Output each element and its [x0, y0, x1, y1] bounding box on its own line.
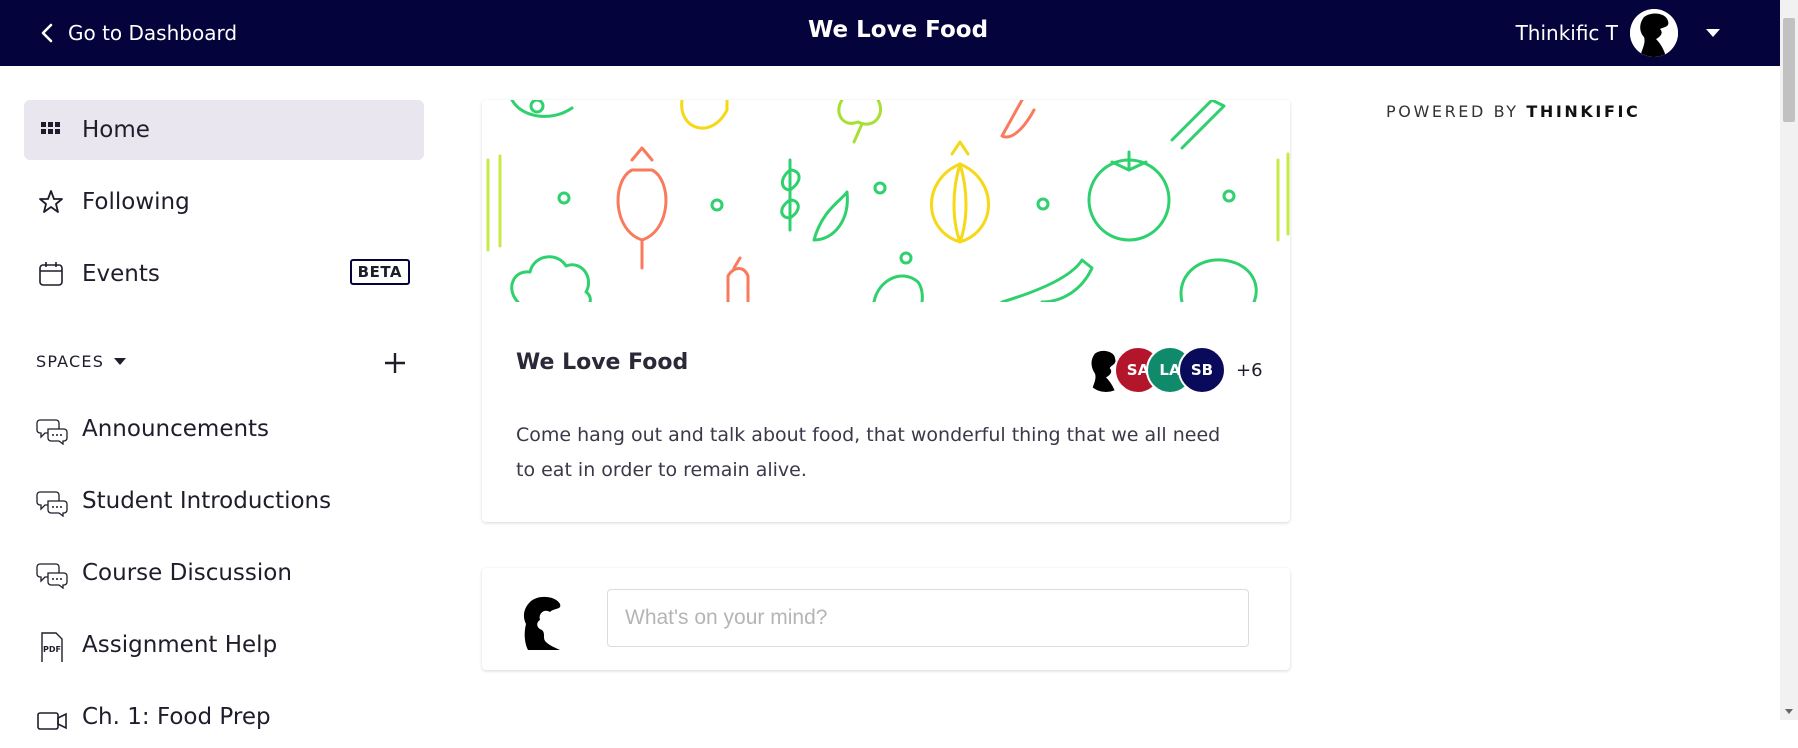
sidebar-item-course-discussion[interactable]: Course Discussion: [24, 544, 424, 604]
chat-bubbles-icon: [36, 491, 68, 517]
grid-icon: [41, 122, 60, 134]
user-name: Thinkific T: [1515, 21, 1618, 45]
sidebar-item-assignment-help[interactable]: PDF Assignment Help: [24, 616, 424, 676]
caret-down-icon: [114, 358, 127, 365]
chevron-left-icon: [41, 23, 53, 43]
sidebar-item-label: Following: [82, 189, 190, 215]
sidebar-item-label: Assignment Help: [82, 632, 278, 658]
go-to-dashboard-link[interactable]: Go to Dashboard: [40, 18, 237, 48]
pdf-icon: PDF: [41, 632, 63, 662]
sidebar-item-student-introductions[interactable]: Student Introductions: [24, 472, 424, 532]
sidebar-item-label: Ch. 1: Food Prep: [82, 704, 271, 730]
chat-bubbles-icon: [36, 419, 68, 445]
video-icon: [37, 712, 67, 730]
chevron-down-icon[interactable]: [1706, 29, 1720, 37]
star-icon: [39, 190, 63, 213]
avatar[interactable]: [1630, 9, 1678, 57]
scroll-down-arrow-icon[interactable]: [1785, 709, 1793, 714]
thinkific-logo: THINKIFIC: [1526, 102, 1641, 121]
chat-bubbles-icon: [36, 563, 68, 589]
member-avatar-sb[interactable]: SB: [1178, 346, 1226, 394]
space-description: Come hang out and talk about food, that …: [516, 424, 1221, 481]
silhouette-avatar-icon: [1630, 9, 1678, 57]
more-members-count[interactable]: +6: [1236, 360, 1263, 381]
post-input[interactable]: [607, 589, 1249, 647]
spaces-toggle[interactable]: SPACES: [36, 352, 127, 371]
sidebar-item-label: Student Introductions: [82, 488, 332, 514]
calendar-icon: [39, 262, 63, 286]
scrollbar-thumb[interactable]: [1783, 18, 1795, 122]
sidebar-item-home[interactable]: Home: [24, 100, 424, 160]
food-pattern-banner: [482, 100, 1290, 302]
space-info-card: We Love Food SA LA SB +6 Come hang out a…: [482, 100, 1290, 522]
sidebar-item-ch1-food-prep[interactable]: Ch. 1: Food Prep: [24, 688, 424, 748]
member-initials: SB: [1190, 361, 1214, 379]
sidebar-item-label: Course Discussion: [82, 560, 292, 586]
sidebar-item-label: Announcements: [82, 416, 270, 442]
go-to-dashboard-label: Go to Dashboard: [68, 21, 238, 45]
sidebar-item-label: Events: [82, 261, 160, 287]
beta-badge: BETA: [349, 259, 410, 285]
pdf-icon-text: PDF: [43, 645, 61, 654]
member-avatars[interactable]: SA LA SB +6: [1082, 346, 1263, 394]
spaces-header-label: SPACES: [36, 352, 105, 371]
sidebar: Home Following Events BETA SPACES Announ…: [0, 66, 448, 730]
user-menu[interactable]: Thinkific T: [1516, 9, 1720, 57]
post-composer: [482, 568, 1290, 670]
powered-by-prefix: POWERED BY: [1386, 102, 1519, 121]
top-bar: Go to Dashboard We Love Food Thinkific T: [0, 0, 1780, 66]
scrollbar[interactable]: [1780, 0, 1798, 720]
sidebar-item-following[interactable]: Following: [24, 172, 424, 232]
powered-by[interactable]: POWERED BY THINKIFIC: [1386, 102, 1640, 121]
community-title: We Love Food: [807, 17, 989, 43]
sidebar-item-events[interactable]: Events BETA: [24, 244, 424, 304]
space-title: We Love Food: [516, 350, 689, 375]
plus-icon[interactable]: [380, 348, 410, 378]
sidebar-item-announcements[interactable]: Announcements: [24, 400, 424, 460]
sidebar-item-label: Home: [82, 117, 150, 143]
avatar: [523, 596, 561, 650]
